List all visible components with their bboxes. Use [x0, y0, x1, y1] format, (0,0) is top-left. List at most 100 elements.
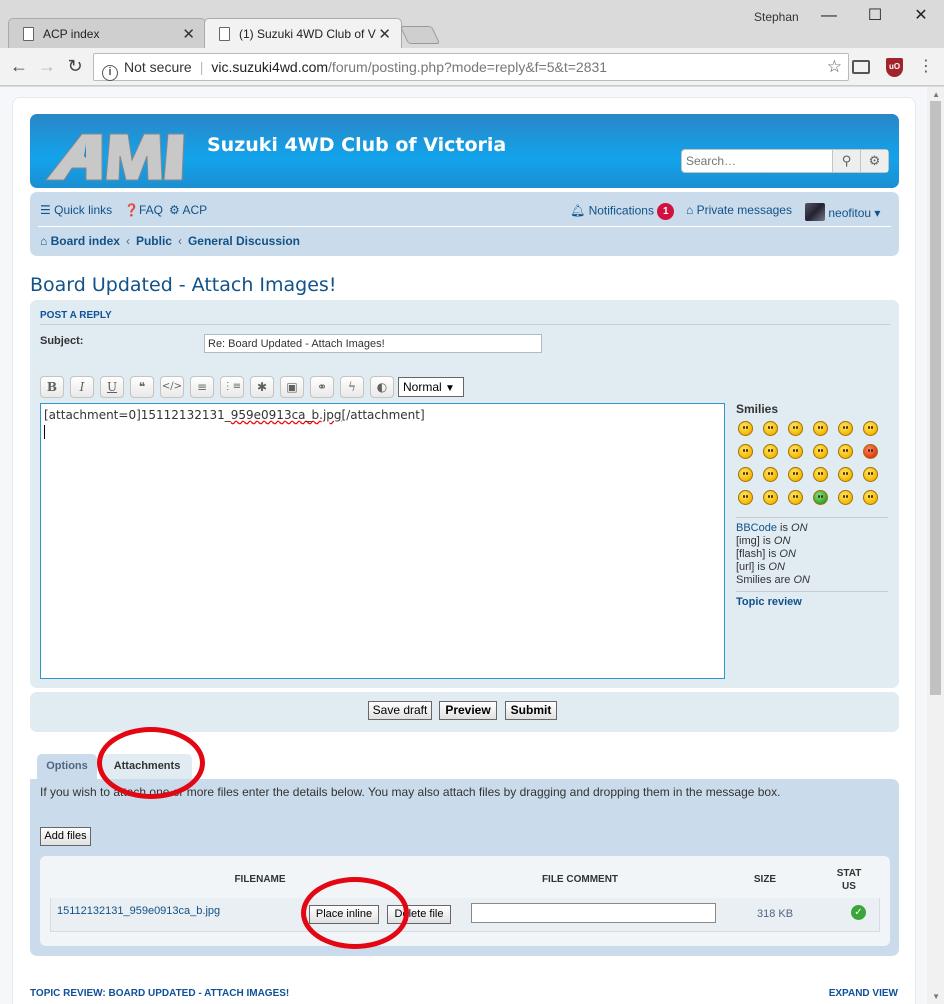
place-inline-button[interactable]: Place inline — [309, 905, 379, 924]
smiley-icon[interactable] — [738, 421, 753, 436]
search-input[interactable] — [682, 150, 832, 172]
list-item-button[interactable]: ✱ — [250, 376, 274, 398]
smiley-icon[interactable] — [838, 444, 853, 459]
quick-links-link[interactable]: ☰ Quick links — [40, 203, 112, 217]
smiley-icon[interactable] — [763, 421, 778, 436]
question-icon: ❓ — [124, 203, 139, 217]
submit-button[interactable]: Submit — [505, 701, 557, 720]
smiley-icon[interactable] — [788, 444, 803, 459]
breadcrumb-general-discussion[interactable]: General Discussion — [188, 234, 300, 248]
preview-button[interactable]: Preview — [439, 701, 497, 720]
smiley-icon[interactable] — [763, 444, 778, 459]
smiley-grid — [736, 419, 888, 513]
scrollbar-thumb[interactable] — [930, 101, 941, 695]
smiley-icon[interactable] — [838, 467, 853, 482]
private-messages-link[interactable]: ⌂ Private messages — [686, 203, 792, 217]
back-arrow-icon[interactable]: ← — [8, 56, 30, 78]
smiley-icon[interactable] — [788, 467, 803, 482]
message-editor[interactable]: [attachment=0]15112132131_959e0913ca_b.j… — [40, 403, 725, 679]
scroll-down-icon[interactable]: ▼ — [932, 992, 940, 1001]
tab-options[interactable]: Options — [37, 754, 97, 779]
flash-button[interactable]: ϟ — [340, 376, 364, 398]
save-draft-button[interactable]: Save draft — [368, 701, 432, 720]
address-bar[interactable]: i Not secure | vic.suzuki4wd.com/forum/post… — [93, 53, 849, 81]
search-icon[interactable]: ⚲ — [832, 150, 860, 172]
cast-icon[interactable] — [852, 60, 870, 74]
ublock-icon[interactable]: uO — [886, 58, 903, 77]
file-comment-input[interactable] — [471, 903, 716, 923]
user-menu[interactable]: neofitou ▾ — [805, 203, 880, 221]
list-button[interactable]: ≡ — [190, 376, 214, 398]
italic-button[interactable]: I — [70, 376, 94, 398]
caret-down-icon: ▾ — [874, 206, 881, 220]
tab-attachments[interactable]: Attachments — [102, 754, 192, 779]
smiley-icon[interactable] — [863, 490, 878, 505]
site-title[interactable]: Suzuki 4WD Club of Victoria — [207, 134, 506, 156]
reload-icon[interactable]: ↻ — [64, 56, 86, 78]
search-box: ⚲ ⚙ — [681, 149, 889, 173]
smiley-icon[interactable] — [813, 467, 828, 482]
delete-file-button[interactable]: Delete file — [387, 905, 451, 924]
smiley-icon[interactable] — [838, 490, 853, 505]
minimize-icon[interactable]: — — [806, 4, 852, 28]
smiley-icon[interactable] — [763, 467, 778, 482]
smiley-icon[interactable] — [863, 421, 878, 436]
browser-menu-icon[interactable]: ⋮ — [918, 58, 934, 76]
quote-button[interactable]: ❝ — [130, 376, 154, 398]
smiley-icon[interactable] — [738, 490, 753, 505]
acp-link[interactable]: ⚙ ACP — [169, 203, 207, 217]
subject-input[interactable] — [204, 334, 542, 353]
maximize-icon[interactable]: ☐ — [852, 4, 898, 28]
close-icon[interactable]: ✕ — [378, 25, 391, 43]
code-button[interactable]: </> — [160, 376, 184, 398]
attachments-panel: If you wish to attach one or more files … — [30, 779, 899, 956]
scrollbar[interactable]: ▲ ▼ — [927, 87, 944, 1004]
browser-tab-forum[interactable]: (1) Suzuki 4WD Club of V ✕ — [204, 18, 402, 48]
smiley-icon[interactable] — [838, 421, 853, 436]
topic-review-heading: TOPIC REVIEW: BOARD UPDATED - ATTACH IMA… — [30, 988, 290, 999]
font-size-select[interactable]: Normal ▼ — [398, 377, 464, 397]
smiley-icon[interactable] — [788, 421, 803, 436]
numbered-list-button[interactable]: ⋮≡ — [220, 376, 244, 398]
smiley-icon[interactable] — [813, 444, 828, 459]
page-title[interactable]: Board Updated - Attach Images! — [30, 274, 336, 296]
site-logo[interactable] — [44, 130, 194, 182]
submit-panel: Save draft Preview Submit — [30, 692, 899, 732]
breadcrumb-public[interactable]: Public — [136, 234, 172, 248]
new-tab-button[interactable] — [399, 26, 441, 44]
window-close-icon[interactable]: ✕ — [898, 4, 944, 28]
smiley-icon[interactable] — [763, 490, 778, 505]
gear-icon[interactable]: ⚙ — [860, 150, 888, 172]
tab-title: (1) Suzuki 4WD Club of V — [239, 27, 376, 41]
image-button[interactable]: ▣ — [280, 376, 304, 398]
notifications-link[interactable]: 🔔︎ Notifications 1 — [570, 203, 675, 220]
bbcode-link[interactable]: BBCode — [736, 522, 777, 534]
browser-tab-acp-index[interactable]: ACP index ✕ — [8, 18, 206, 48]
faq-link[interactable]: ❓FAQ — [124, 203, 163, 217]
breadcrumb-board-index[interactable]: Board index — [51, 234, 120, 248]
add-files-button[interactable]: Add files — [40, 827, 91, 846]
smiley-icon[interactable] — [813, 490, 828, 505]
navbar: ☰ Quick links ❓FAQ ⚙ ACP 🔔︎ Notification… — [30, 192, 899, 256]
smiley-icon[interactable] — [738, 444, 753, 459]
close-icon[interactable]: ✕ — [182, 25, 195, 43]
smiley-icon[interactable] — [863, 467, 878, 482]
smiley-icon[interactable] — [863, 444, 878, 459]
link-button[interactable]: ⚭ — [310, 376, 334, 398]
site-header: Suzuki 4WD Club of Victoria ⚲ ⚙ — [30, 114, 899, 188]
info-icon[interactable]: i — [102, 65, 118, 81]
smilies-title: Smilies — [736, 402, 779, 416]
attachment-filename[interactable]: 15112132131_959e0913ca_b.jpg — [57, 905, 220, 917]
smiley-icon[interactable] — [788, 490, 803, 505]
underline-button[interactable]: U — [100, 376, 124, 398]
scroll-up-icon[interactable]: ▲ — [932, 90, 940, 99]
expand-view-link[interactable]: EXPAND VIEW — [829, 988, 898, 999]
browser-toolbar: ← → ↻ i Not secure | vic.suzuki4wd.com/foru… — [0, 48, 944, 86]
topic-review-link[interactable]: Topic review — [736, 596, 888, 608]
smiley-icon[interactable] — [813, 421, 828, 436]
bookmark-star-icon[interactable]: ☆ — [827, 54, 842, 80]
bold-button[interactable]: B — [40, 376, 64, 398]
forward-arrow-icon[interactable]: → — [36, 56, 58, 78]
color-button[interactable]: ◐ — [370, 376, 394, 398]
smiley-icon[interactable] — [738, 467, 753, 482]
